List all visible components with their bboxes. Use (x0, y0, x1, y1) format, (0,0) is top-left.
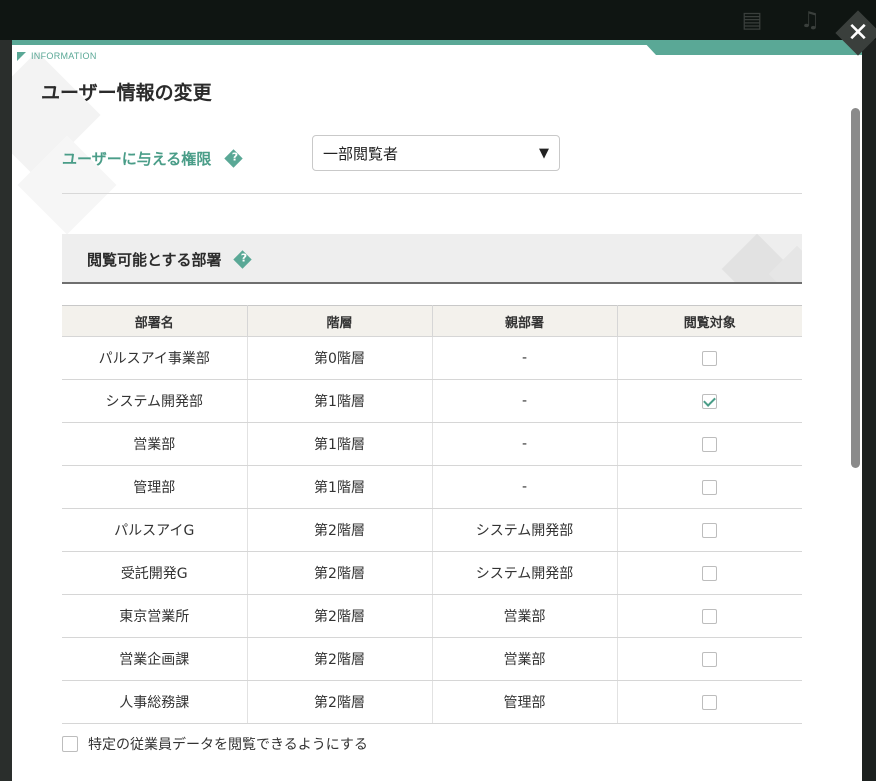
parent-department: システム開発部 (431, 551, 617, 595)
department-name: システム開発部 (62, 379, 247, 423)
bell-icon: ♫ (800, 8, 820, 33)
modal-corner-accent (642, 40, 862, 55)
help-icon[interactable]: ? (232, 250, 252, 269)
department-level: 第0階層 (246, 336, 432, 380)
view-target-checkbox[interactable] (702, 651, 718, 667)
close-icon[interactable]: ✕ (842, 17, 874, 49)
department-level: 第2階層 (246, 680, 432, 724)
view-target-checkbox[interactable] (702, 479, 718, 495)
table-row: システム開発部 第1階層 - (62, 379, 802, 423)
permission-select-value: 一部閲覧者 (323, 144, 399, 163)
parent-department: 管理部 (431, 680, 617, 724)
dropdown-arrow-icon: ▼ (539, 145, 549, 161)
view-target-checkbox[interactable] (702, 608, 718, 624)
corner-triangle-icon (17, 51, 26, 61)
view-target-checkbox[interactable] (702, 565, 718, 581)
department-name: 東京営業所 (62, 594, 247, 638)
department-level: 第2階層 (246, 508, 432, 552)
specific-employee-data-label: 特定の従業員データを閲覧できるようにする (88, 737, 368, 753)
modal-title: ユーザー情報の変更 (41, 82, 212, 104)
background-sidebar (0, 40, 12, 781)
department-level: 第2階層 (246, 551, 432, 595)
department-name: 営業部 (62, 422, 247, 466)
table-header-row: 部署名 階層 親部署 閲覧対象 (62, 305, 802, 337)
department-name: パルスアイ事業部 (62, 336, 247, 380)
cash-register-icon: ▤ (741, 8, 763, 33)
department-level: 第2階層 (246, 637, 432, 681)
column-header: 閲覧対象 (616, 305, 802, 337)
column-header: 親部署 (431, 305, 618, 337)
section-title: 閲覧可能とする部署 (87, 251, 222, 269)
parent-department: 営業部 (431, 637, 617, 681)
department-table: 部署名 階層 親部署 閲覧対象 パルスアイ事業部 第0階層 - システム開発部 … (62, 305, 802, 724)
view-target-cell (616, 379, 802, 423)
specific-employee-data-option[interactable]: 特定の従業員データを閲覧できるようにする (62, 734, 368, 754)
table-row: パルスアイ事業部 第0階層 - (62, 336, 802, 380)
parent-department: システム開発部 (431, 508, 617, 552)
parent-department: 営業部 (431, 594, 617, 638)
permission-label: ユーザーに与える権限 (62, 150, 212, 168)
section-header: 閲覧可能とする部署 ? (62, 234, 802, 284)
section-title-row: 閲覧可能とする部署 ? (87, 249, 252, 270)
department-name: 人事総務課 (62, 680, 247, 724)
help-icon-glyph: ? (231, 150, 239, 164)
view-target-checkbox[interactable] (702, 694, 718, 710)
column-header: 部署名 (62, 305, 248, 337)
table-row: 東京営業所 第2階層 営業部 (62, 594, 802, 638)
table-row: 営業部 第1階層 - (62, 422, 802, 466)
department-name: 営業企画課 (62, 637, 247, 681)
column-header: 階層 (246, 305, 433, 337)
permission-select[interactable]: 一部閲覧者 ▼ (312, 135, 560, 171)
view-target-checkbox[interactable] (702, 350, 718, 366)
view-target-cell (616, 465, 802, 509)
department-level: 第1階層 (246, 422, 432, 466)
view-target-cell (616, 508, 802, 552)
user-edit-modal: INFORMATION ユーザー情報の変更 ユーザーに与える権限 ? 一部閲覧者… (12, 40, 862, 781)
view-target-cell (616, 422, 802, 466)
modal-scrollbar[interactable] (851, 108, 860, 468)
help-icon-glyph: ? (240, 251, 247, 265)
view-target-checkbox[interactable] (702, 436, 718, 452)
department-level: 第1階層 (246, 379, 432, 423)
divider (62, 193, 802, 194)
department-name: 受託開発G (62, 551, 247, 595)
table-row: パルスアイG 第2階層 システム開発部 (62, 508, 802, 552)
department-name: パルスアイG (62, 508, 247, 552)
view-target-checkbox[interactable] (702, 522, 718, 538)
parent-department: - (431, 336, 617, 380)
department-level: 第2階層 (246, 594, 432, 638)
information-tag-label: INFORMATION (31, 51, 97, 61)
department-level: 第1階層 (246, 465, 432, 509)
table-row: 管理部 第1階層 - (62, 465, 802, 509)
parent-department: - (431, 379, 617, 423)
specific-employee-data-checkbox[interactable] (62, 736, 78, 752)
department-name: 管理部 (62, 465, 247, 509)
parent-department: - (431, 465, 617, 509)
help-icon[interactable]: ? (224, 149, 243, 168)
view-target-cell (616, 336, 802, 380)
parent-department: - (431, 422, 617, 466)
view-target-cell (616, 551, 802, 595)
permission-label-row: ユーザーに与える権限 ? (62, 148, 243, 169)
table-row: 受託開発G 第2階層 システム開発部 (62, 551, 802, 595)
view-target-cell (616, 594, 802, 638)
view-target-checkbox[interactable] (702, 393, 718, 409)
information-tag: INFORMATION (17, 51, 97, 61)
table-row: 営業企画課 第2階層 営業部 (62, 637, 802, 681)
table-row: 人事総務課 第2階層 管理部 (62, 680, 802, 724)
view-target-cell (616, 680, 802, 724)
view-target-cell (616, 637, 802, 681)
